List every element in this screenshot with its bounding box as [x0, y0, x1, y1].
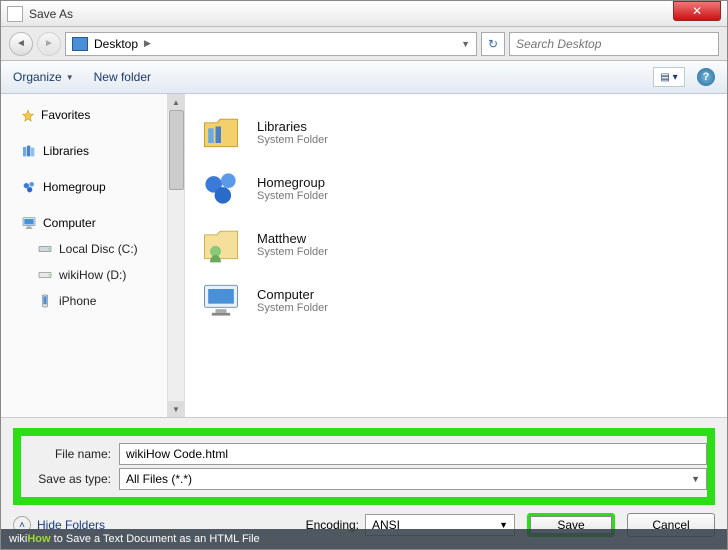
title-bar: Save As ✕: [1, 1, 727, 27]
view-options-button[interactable]: ▤ ▾: [653, 67, 685, 87]
drive-icon: [37, 267, 53, 283]
filename-label: File name:: [21, 447, 119, 461]
organize-menu[interactable]: Organize▼: [13, 70, 74, 84]
address-bar: ◄ ► Desktop ▶ ▼ ↻: [1, 27, 727, 61]
libraries-icon: [21, 143, 37, 159]
sidebar-item-iphone[interactable]: iPhone: [1, 288, 184, 314]
scroll-thumb[interactable]: [169, 110, 184, 190]
computer-icon: [197, 276, 245, 324]
user-folder-icon: [197, 220, 245, 268]
window-title: Save As: [29, 7, 73, 21]
refresh-button[interactable]: ↻: [481, 32, 505, 56]
chevron-down-icon[interactable]: ▼: [461, 39, 470, 49]
new-folder-button[interactable]: New folder: [94, 70, 151, 84]
breadcrumb[interactable]: Desktop ▶ ▼: [65, 32, 477, 56]
breadcrumb-label: Desktop: [94, 37, 138, 51]
drive-icon: [37, 241, 53, 257]
filetype-label: Save as type:: [21, 472, 119, 486]
help-button[interactable]: ?: [697, 68, 715, 86]
list-item[interactable]: LibrariesSystem Folder: [189, 104, 723, 160]
device-icon: [37, 293, 53, 309]
back-button[interactable]: ◄: [9, 32, 33, 56]
sidebar-item-favorites[interactable]: Favorites: [1, 102, 184, 128]
sidebar-item-drive-c[interactable]: Local Disc (C:): [1, 236, 184, 262]
file-list: LibrariesSystem Folder HomegroupSystem F…: [185, 94, 727, 417]
toolbar: Organize▼ New folder ▤ ▾ ?: [1, 61, 727, 94]
sidebar-item-drive-d[interactable]: wikiHow (D:): [1, 262, 184, 288]
homegroup-icon: [21, 179, 37, 195]
scroll-up-button[interactable]: ▲: [168, 94, 184, 110]
list-item[interactable]: HomegroupSystem Folder: [189, 160, 723, 216]
sidebar-item-libraries[interactable]: Libraries: [1, 138, 184, 164]
search-input[interactable]: [509, 32, 719, 56]
list-item[interactable]: MatthewSystem Folder: [189, 216, 723, 272]
homegroup-icon: [197, 164, 245, 212]
computer-icon: [21, 215, 37, 231]
sidebar-item-computer[interactable]: Computer: [1, 210, 184, 236]
sidebar: Favorites Libraries Homegroup Computer L…: [1, 94, 185, 417]
star-icon: [21, 108, 35, 122]
watermark: wikiHow to Save a Text Document as an HT…: [1, 529, 727, 549]
filetype-combo[interactable]: All Files (*.*)▼: [119, 468, 707, 490]
libraries-icon: [197, 108, 245, 156]
sidebar-item-homegroup[interactable]: Homegroup: [1, 174, 184, 200]
desktop-icon: [72, 37, 88, 51]
filename-input[interactable]: [119, 443, 707, 465]
scroll-down-button[interactable]: ▼: [168, 401, 184, 417]
highlight-box: File name: Save as type: All Files (*.*)…: [13, 428, 715, 505]
forward-button[interactable]: ►: [37, 32, 61, 56]
list-item[interactable]: ComputerSystem Folder: [189, 272, 723, 328]
chevron-right-icon: ▶: [144, 38, 151, 49]
sidebar-scrollbar[interactable]: ▲ ▼: [167, 94, 184, 417]
close-button[interactable]: ✕: [673, 1, 721, 21]
app-icon: [7, 6, 23, 22]
